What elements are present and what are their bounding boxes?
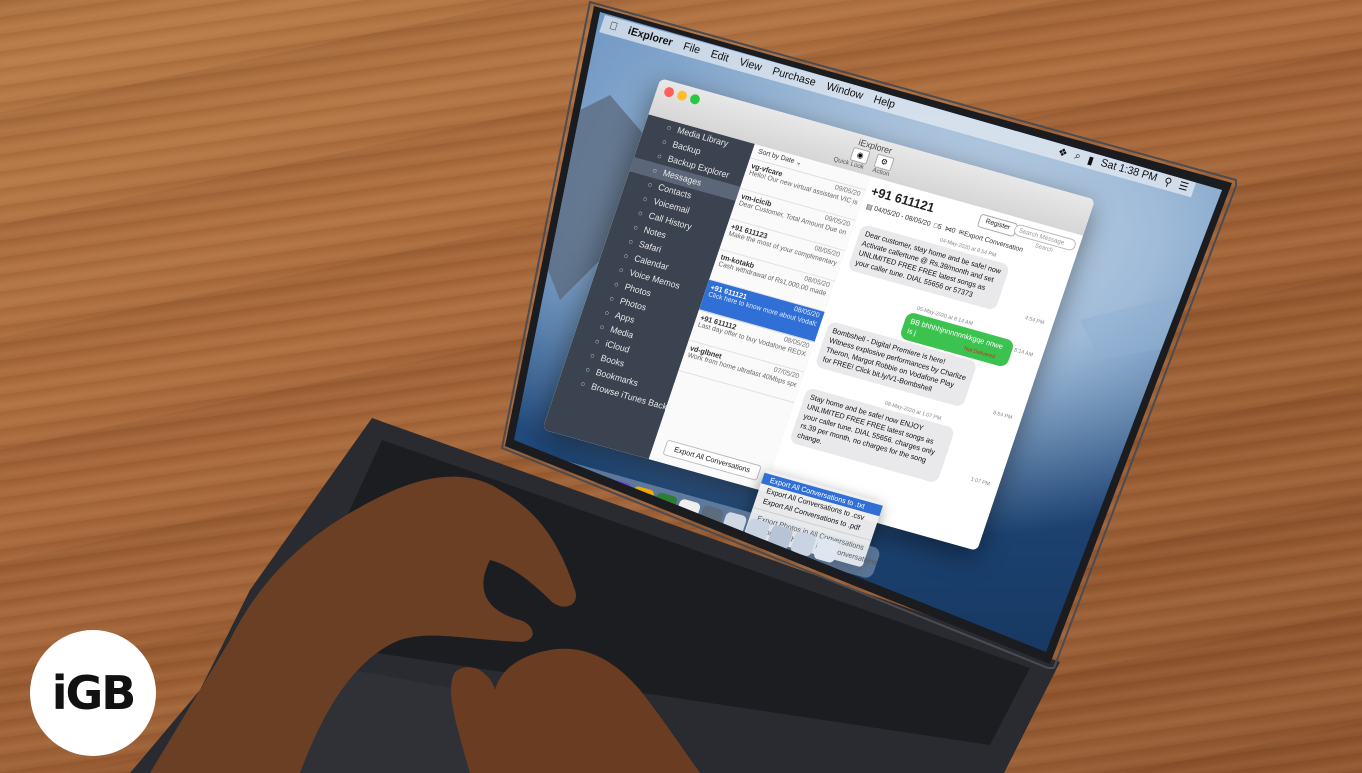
logo-text: iGB xyxy=(51,666,137,720)
right-hand xyxy=(450,648,700,773)
hands-photo xyxy=(150,476,700,773)
igb-logo: iGB xyxy=(30,630,156,756)
wooden-desk-photo:  iExplorer File Edit View Purchase Wind… xyxy=(0,0,1362,773)
